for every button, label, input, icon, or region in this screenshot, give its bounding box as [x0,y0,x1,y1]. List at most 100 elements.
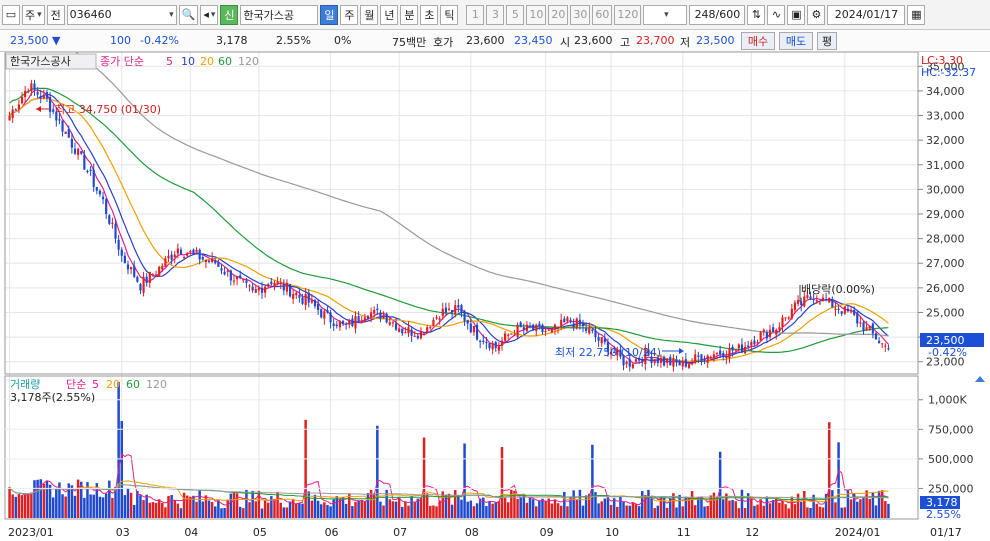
candle-body [856,312,859,324]
period-tick-button[interactable]: 틱 [440,4,459,25]
volume-bar [600,501,603,518]
candle-body [669,356,672,366]
candle-body [597,337,600,341]
candle-body [95,186,98,191]
candle-body [837,308,840,310]
speaker-icon[interactable]: ◂ [200,4,219,25]
unit-120-button[interactable]: 120 [614,4,642,25]
candle-body [313,300,317,307]
unit-5-button[interactable]: 5 [506,4,525,25]
unit-3-button[interactable]: 3 [486,4,505,25]
price-legend: 한국가스공사 종가 단순 5 10 20 60 120 [5,53,259,70]
candle-body [519,322,522,328]
unit-20-button[interactable]: 20 [548,4,569,25]
x-axis-right-label: 01/17 [930,526,962,539]
candle-body [460,305,463,313]
page-count-field[interactable]: 248/600 [689,4,746,25]
candle-body [715,353,719,355]
volume-bar [519,497,522,518]
line-draw-icon[interactable]: ∿ [767,4,786,25]
volume-bar [675,507,678,518]
candle-body [743,346,747,354]
candle-body [245,280,248,283]
stock-name-field[interactable]: 한국가스공 [240,4,319,25]
high-annotation-text: 최고 34,750 (01/30) [55,103,161,116]
unit-30-button[interactable]: 30 [570,4,591,25]
stock-chart[interactable]: 35,00034,00033,00032,00031,00030,00029,0… [0,52,990,541]
candle-body [447,308,451,310]
unit-10-button[interactable]: 10 [526,4,547,25]
price-change: 100 [110,34,131,47]
volume-bar [282,507,286,518]
prev-button[interactable]: 전 [46,4,65,25]
volume-bar [516,498,519,518]
volume-bar [718,451,722,518]
candle-body [273,282,276,287]
candle-body [687,364,691,368]
candle-body [179,249,183,255]
candle-body [404,332,407,334]
volume-bar [120,421,124,518]
volume-bar [23,494,27,518]
candle-body [569,319,572,322]
period-second-button[interactable]: 초 [420,4,439,25]
candle-body [787,317,790,319]
window-icon[interactable]: ▭ [2,4,20,25]
candle-body [410,329,413,336]
unit-select[interactable] [643,4,688,25]
candle-body [351,318,354,326]
current-change-tag-text: -0.42% [928,346,967,359]
sell-button[interactable]: 매도 [779,32,813,50]
flat-button[interactable]: 평 [817,32,837,50]
volume-bar [198,490,201,518]
open-label: 시 [560,36,571,49]
candle-body [862,322,865,331]
volume-bar [279,502,282,518]
volume-bar [647,489,650,518]
bid-price: 23,450 [514,34,553,47]
volume-bar [706,506,709,518]
candle-body [133,265,136,277]
volume-bar [665,507,669,518]
candle-body [781,317,784,328]
volume-bar [98,496,102,518]
candle-body [301,297,304,304]
low-label: 저 [680,36,691,49]
volume-bar [556,503,560,518]
calendar-icon[interactable]: ▦ [907,4,926,25]
volume-bar [572,490,575,518]
search-icon[interactable]: 🔍 [178,4,199,25]
period-week-button[interactable]: 주 [340,4,359,25]
candle-body [401,328,404,334]
stock-code-input[interactable]: 036460 [66,4,177,25]
volume-bar [344,503,348,518]
candle-body [58,119,61,121]
gear-icon[interactable]: ⚙ [807,4,826,25]
candle-body [731,346,734,351]
volume-bar [494,502,497,518]
chart-icon[interactable]: ⇅ [747,4,766,25]
volume-bar [737,508,741,518]
unit-60-button[interactable]: 60 [592,4,613,25]
period-minute-button[interactable]: 분 [400,4,419,25]
candle-body [831,298,834,308]
date-field[interactable]: 2024/01/17 [827,4,906,25]
unit-1-button[interactable]: 1 [466,4,485,25]
candle-body [840,311,843,314]
buy-button[interactable]: 매수 [741,32,775,50]
volume-bar [394,501,398,518]
candle-body [170,254,173,260]
period-type-select[interactable]: 주 [22,4,45,25]
volume-bar [634,504,638,518]
candle-body [292,294,295,299]
period-day-button[interactable]: 일 [320,4,339,25]
volume-bar [700,496,703,518]
x-axis-label: 07 [393,526,407,539]
volume-bar [806,507,809,518]
volume-bar [803,491,806,518]
volume-bar [229,493,233,518]
save-icon[interactable]: ▣ [787,4,806,25]
volume-bar [33,480,36,518]
period-year-button[interactable]: 년 [380,4,399,25]
period-month-button[interactable]: 월 [360,4,379,25]
